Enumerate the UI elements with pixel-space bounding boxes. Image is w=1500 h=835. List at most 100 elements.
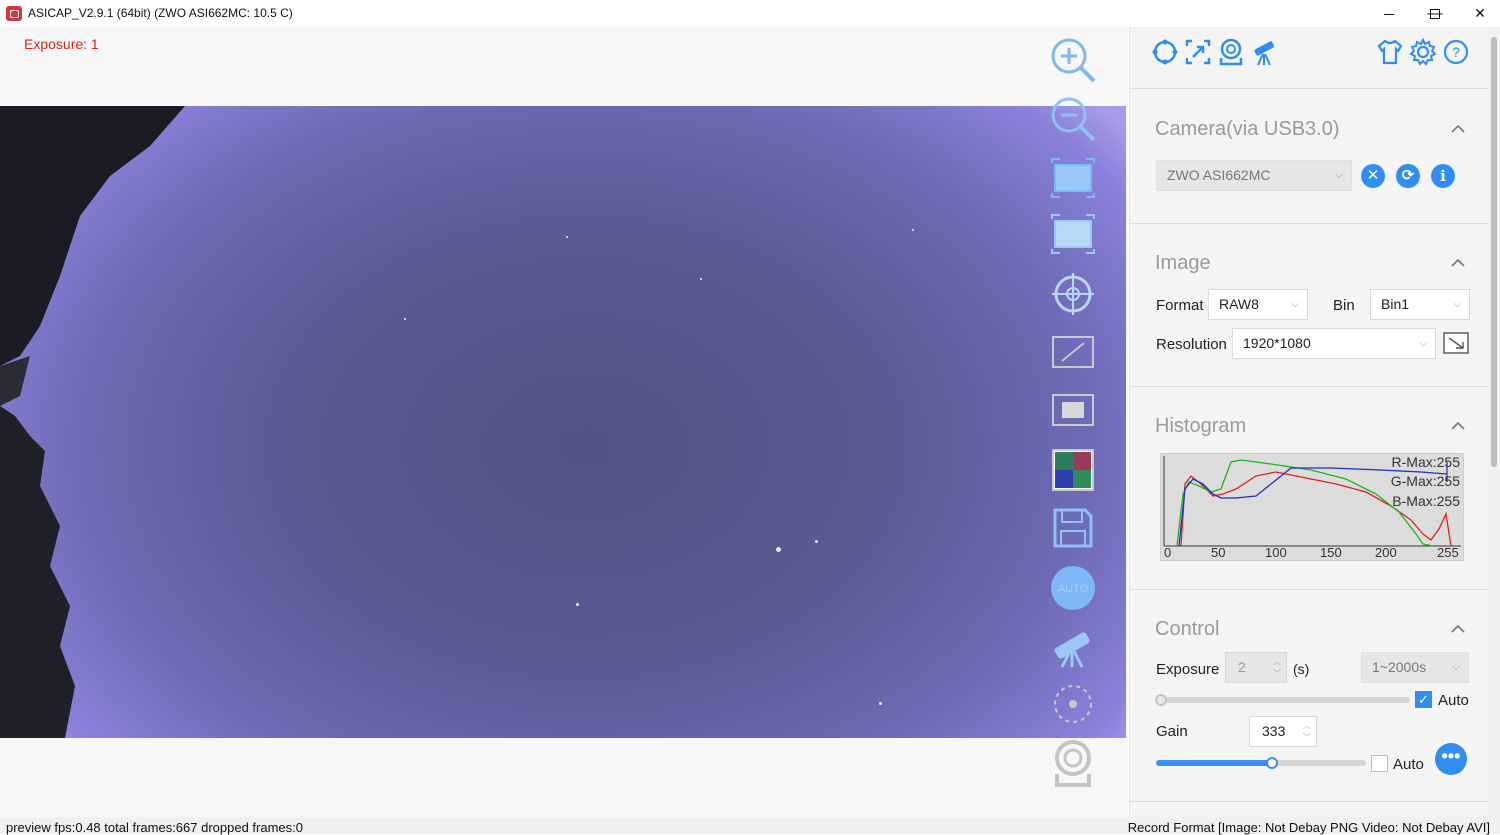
exposure-auto-checkbox[interactable]: ✓ xyxy=(1415,691,1432,708)
full-screen-icon[interactable] xyxy=(1046,207,1100,261)
exposure-unit: (s) xyxy=(1293,661,1310,677)
exposure-slider[interactable] xyxy=(1158,697,1410,703)
camera-icon[interactable] xyxy=(1216,37,1246,67)
gain-slider-handle[interactable] xyxy=(1266,757,1278,769)
telescope-icon[interactable] xyxy=(1249,37,1279,67)
status-preview-stats: preview fps:0.48 total frames:667 droppe… xyxy=(6,820,303,835)
gain-slider[interactable] xyxy=(1156,760,1366,766)
image-section: Image Format RAW8 ⌵ Bin Bin1 ⌵ Resolution … xyxy=(1130,224,1489,387)
roi-icon[interactable] xyxy=(1046,325,1100,379)
zoom-in-icon[interactable] xyxy=(1046,33,1100,87)
exposure-auto-label: Auto xyxy=(1438,692,1469,709)
exposure-overlay-label: Exposure: 1 xyxy=(24,36,99,52)
status-bar: preview fps:0.48 total frames:667 droppe… xyxy=(0,817,1500,835)
close-window-button[interactable]: ✕ xyxy=(1457,0,1500,27)
format-select[interactable]: RAW8 ⌵ xyxy=(1208,289,1308,320)
gain-value: 333 xyxy=(1262,723,1286,739)
format-value: RAW8 xyxy=(1219,296,1259,312)
control-section-title: Control xyxy=(1155,618,1220,640)
chevron-up-icon[interactable] xyxy=(1451,122,1465,136)
histogram-tick-label: 100 xyxy=(1265,545,1287,560)
resolution-value: 1920*1080 xyxy=(1243,335,1311,351)
disconnect-button[interactable]: ✕ xyxy=(1361,164,1385,188)
star xyxy=(912,229,914,231)
gain-auto-checkbox[interactable] xyxy=(1371,755,1388,772)
format-label: Format xyxy=(1156,297,1204,314)
camera-icon[interactable] xyxy=(1046,735,1100,789)
bin-select[interactable]: Bin1 ⌵ xyxy=(1370,289,1470,320)
exposure-range-select[interactable]: 1~2000s ⌵ xyxy=(1361,652,1469,683)
star xyxy=(566,236,568,238)
exposure-input[interactable]: 2 ︿ ﹀ xyxy=(1225,652,1287,683)
spin-arrows-icon[interactable]: ︿ ﹀ xyxy=(1303,720,1311,744)
star xyxy=(879,702,882,705)
star xyxy=(815,540,818,543)
histogram-tick-label: 0 xyxy=(1164,545,1172,560)
chevron-up-icon[interactable] xyxy=(1451,256,1465,270)
info-icon[interactable]: i xyxy=(1431,164,1455,188)
auto-button[interactable]: AUTO xyxy=(1046,561,1100,615)
overlay-icon[interactable] xyxy=(1046,383,1100,437)
histogram-tick-label: 200 xyxy=(1375,545,1397,560)
camera-section-title: Camera(via USB3.0) xyxy=(1155,118,1340,140)
chevron-down-icon: ⌵ xyxy=(1335,170,1343,181)
maximize-button[interactable] xyxy=(1412,0,1458,27)
help-icon[interactable]: ? xyxy=(1441,37,1471,67)
save-icon[interactable] xyxy=(1046,501,1100,555)
telescope-icon[interactable] xyxy=(1046,619,1100,673)
chevron-up-icon[interactable] xyxy=(1451,419,1465,433)
histogram-chart: R-Max:255 G-Max:255 B-Max:255 0 50 100 150 2… xyxy=(1160,453,1464,561)
resolution-select[interactable]: 1920*1080 ⌵ xyxy=(1232,328,1436,359)
exposure-slider-handle[interactable] xyxy=(1155,694,1167,706)
r-max-label: R-Max:255 xyxy=(1391,454,1460,470)
chevron-up-icon[interactable] xyxy=(1451,622,1465,636)
histogram-tick-label: 255 xyxy=(1437,545,1459,560)
sky-preview-image[interactable] xyxy=(0,106,1126,738)
histogram-section-title: Histogram xyxy=(1155,415,1247,437)
chevron-down-icon: ⌵ xyxy=(1452,662,1460,673)
gain-input[interactable]: 333 ︿ ﹀ xyxy=(1249,716,1317,747)
status-record-format: Record Format [Image: Not Debay PNG Vide… xyxy=(1127,820,1490,835)
tree-silhouette xyxy=(0,106,185,738)
target-icon[interactable] xyxy=(1150,37,1180,67)
crosshair-icon[interactable] xyxy=(1046,267,1100,321)
refresh-icon[interactable]: ⟳ xyxy=(1396,164,1420,188)
g-max-label: G-Max:255 xyxy=(1390,473,1460,489)
gain-slider-fill xyxy=(1156,760,1272,766)
focus-icon[interactable] xyxy=(1046,677,1100,731)
zoom-out-icon[interactable] xyxy=(1046,92,1100,146)
image-section-title: Image xyxy=(1155,252,1211,274)
panel-toolbar: ? xyxy=(1130,27,1489,89)
scrollbar-thumb[interactable] xyxy=(1491,37,1497,467)
histogram-tick-label: 150 xyxy=(1320,545,1342,560)
preview-area: Exposure: 1 AUTO xyxy=(0,27,1128,817)
fit-screen-icon[interactable] xyxy=(1046,151,1100,205)
color-balance-icon[interactable] xyxy=(1046,443,1100,497)
star xyxy=(700,278,702,280)
roi-select-icon[interactable] xyxy=(1443,332,1469,354)
control-section: Control Exposure 2 ︿ ﹀ (s) 1~2000s ⌵ ✓ Auto… xyxy=(1130,590,1489,802)
gain-auto-label: Auto xyxy=(1393,756,1424,773)
spin-arrows-icon[interactable]: ︿ ﹀ xyxy=(1273,656,1281,680)
resolution-label: Resolution xyxy=(1156,336,1227,353)
capture-icon[interactable] xyxy=(1183,37,1213,67)
star xyxy=(576,603,579,606)
exposure-value: 2 xyxy=(1238,659,1246,675)
chevron-down-icon: ⌵ xyxy=(1291,299,1299,310)
star xyxy=(404,318,406,320)
camera-section: Camera(via USB3.0) ZWO ASI662MC ⌵ ✕ ⟳ i xyxy=(1130,90,1489,224)
camera-select-value: ZWO ASI662MC xyxy=(1167,167,1271,183)
exposure-label: Exposure xyxy=(1156,661,1220,678)
star xyxy=(776,547,781,552)
panel-scrollbar[interactable] xyxy=(1488,27,1500,817)
chevron-down-icon: ⌵ xyxy=(1419,338,1427,349)
minimize-button-alt[interactable] xyxy=(1366,0,1412,27)
camera-select[interactable]: ZWO ASI662MC ⌵ xyxy=(1156,160,1352,191)
svg-text:?: ? xyxy=(1452,44,1460,60)
gain-label: Gain xyxy=(1156,723,1188,740)
app-logo-icon xyxy=(6,6,22,21)
more-options-button[interactable]: ••• xyxy=(1435,743,1467,775)
exposure-range-value: 1~2000s xyxy=(1372,659,1427,675)
settings-icon[interactable] xyxy=(1408,37,1438,67)
skin-icon[interactable] xyxy=(1375,37,1405,67)
